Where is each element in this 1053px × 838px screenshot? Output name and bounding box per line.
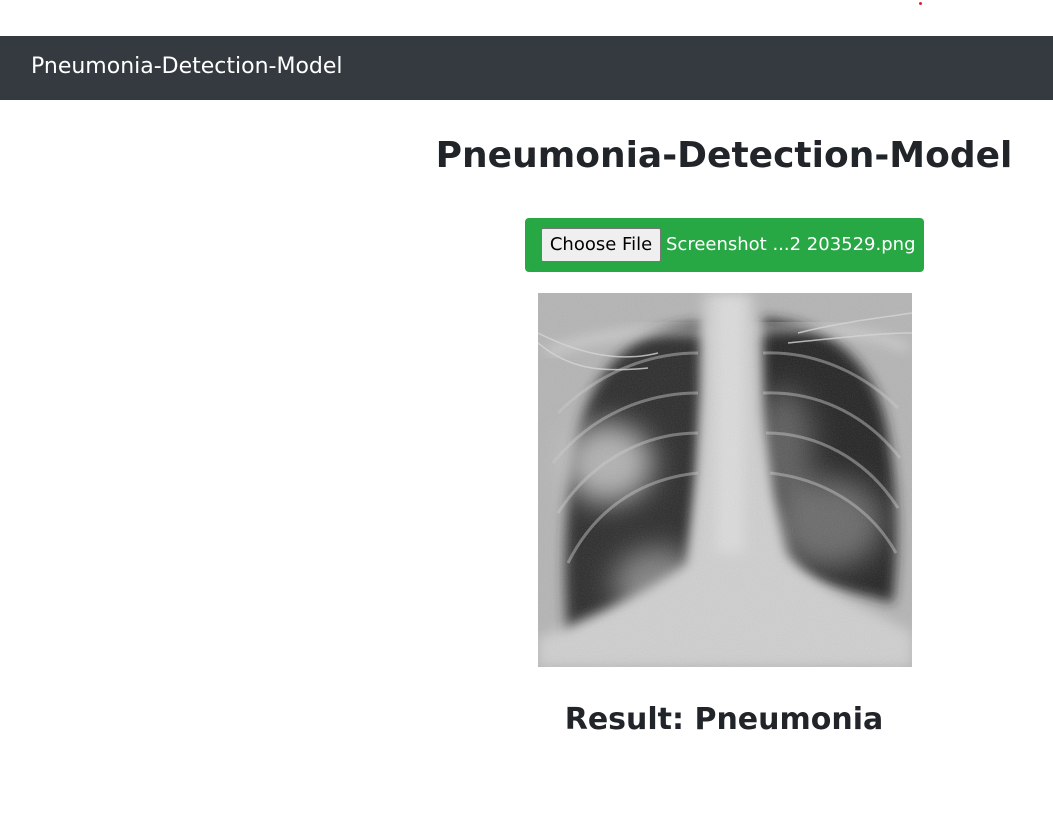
file-upload-container: Choose File Screenshot ...2 203529.png	[525, 218, 924, 272]
navbar: Pneumonia-Detection-Model	[0, 36, 1053, 100]
indicator-dot	[919, 2, 922, 5]
browser-top-strip	[0, 0, 1053, 36]
navbar-brand[interactable]: Pneumonia-Detection-Model	[31, 52, 343, 82]
result-text: Result: Pneumonia	[564, 702, 884, 737]
page-title: Pneumonia-Detection-Model	[435, 135, 1013, 176]
selected-file-name: Screenshot ...2 203529.png	[666, 234, 916, 255]
chest-xray-image	[538, 293, 912, 667]
choose-file-button[interactable]: Choose File	[541, 228, 661, 262]
